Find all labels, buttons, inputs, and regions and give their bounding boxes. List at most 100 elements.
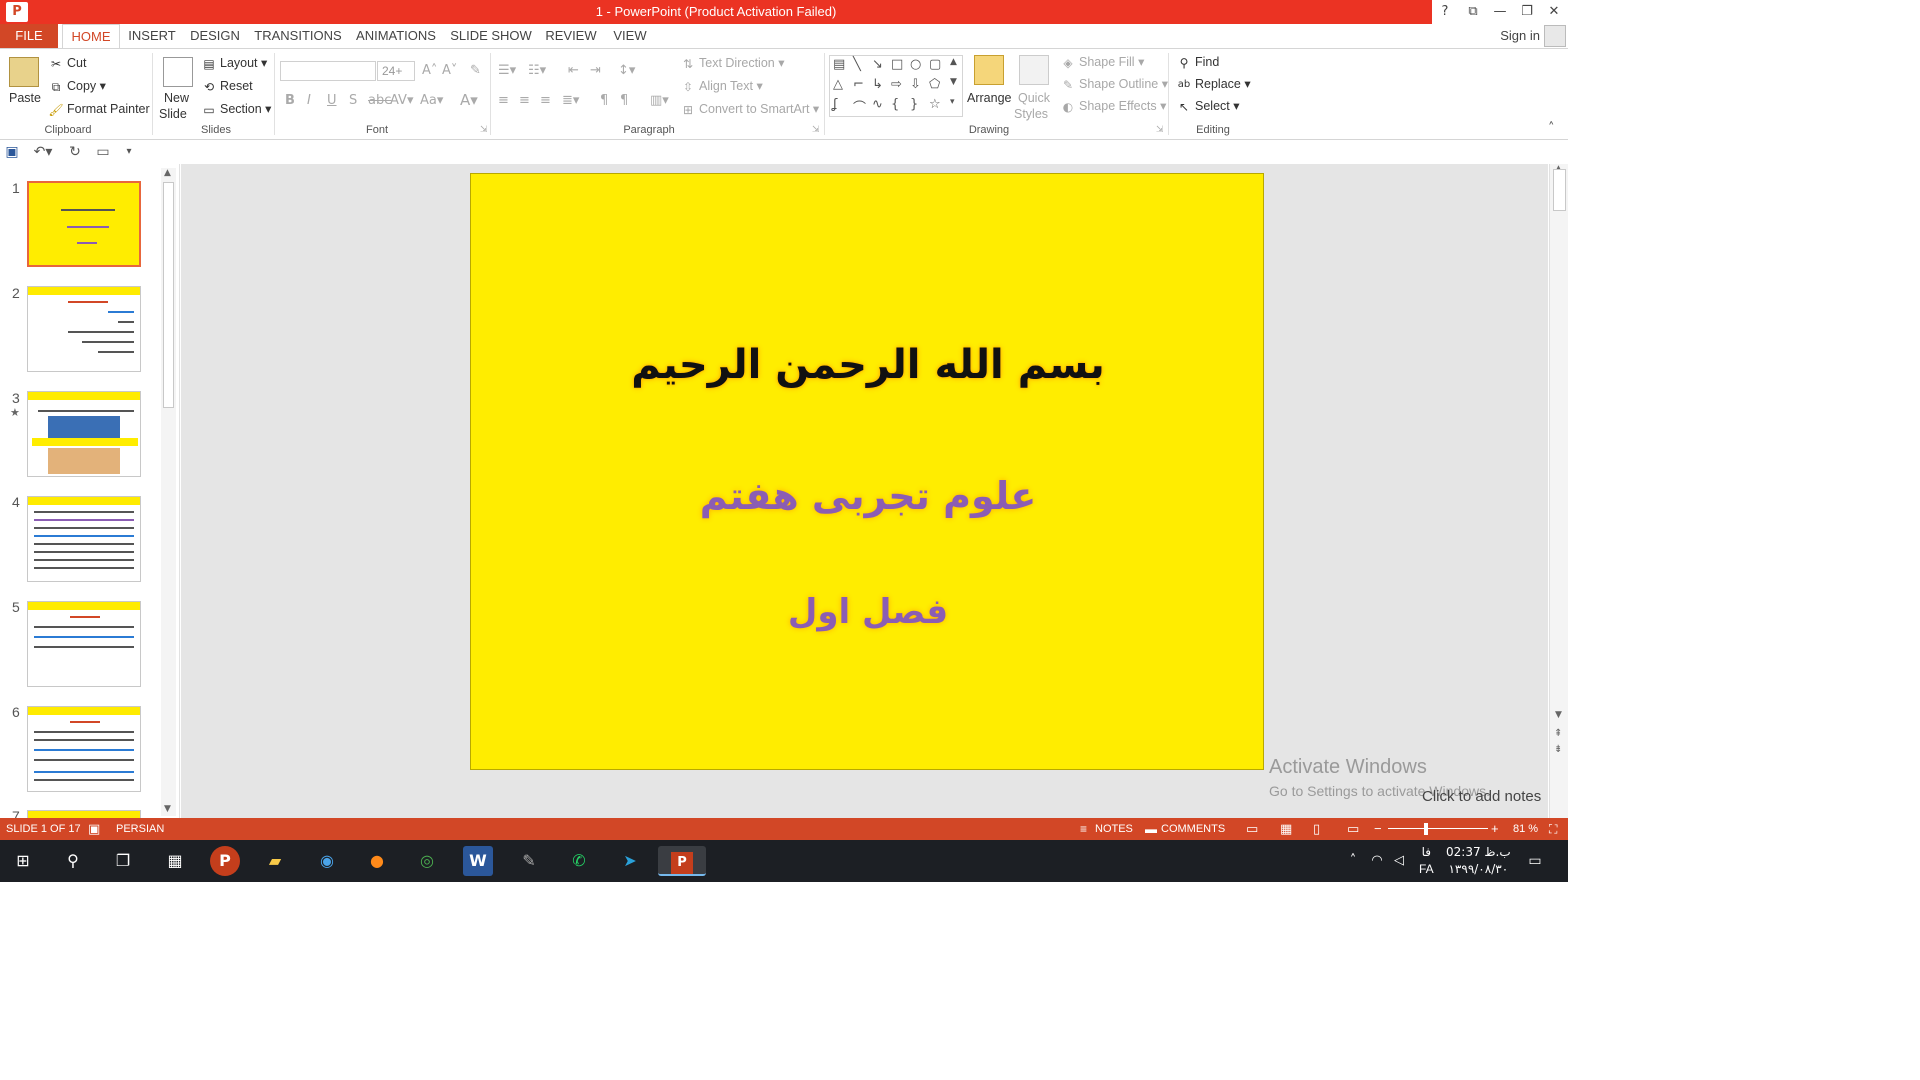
font-name-combo[interactable] bbox=[280, 61, 376, 81]
tab-view[interactable]: VIEW bbox=[608, 24, 652, 48]
paint-icon[interactable]: ✎ bbox=[514, 846, 544, 876]
clear-formatting-icon[interactable]: ✎ bbox=[470, 63, 481, 78]
slide-thumbnail-7[interactable] bbox=[27, 810, 141, 818]
clock[interactable]: 02:37 ب.ظ ۱۳۹۹/۰۸/۳۰ bbox=[1446, 844, 1511, 878]
rtl-direction-icon[interactable]: ¶ bbox=[620, 93, 628, 108]
undo-icon[interactable]: ↶▾ bbox=[30, 143, 56, 161]
freeform-shape-icon[interactable]: ʆ bbox=[833, 97, 837, 112]
elbow-arrow-shape-icon[interactable]: ↳ bbox=[872, 77, 883, 92]
collapse-ribbon-icon[interactable]: ˄ bbox=[1548, 121, 1555, 136]
reset-button[interactable]: ⟲ Reset bbox=[201, 77, 253, 95]
find-button[interactable]: ⚲ Find bbox=[1176, 53, 1220, 71]
tab-animations[interactable]: ANIMATIONS bbox=[350, 24, 442, 48]
next-slide-icon[interactable]: ⇟ bbox=[1554, 744, 1562, 755]
comments-button[interactable]: COMMENTS bbox=[1161, 818, 1225, 840]
textbox-shape-icon[interactable]: ▤ bbox=[833, 57, 845, 72]
previous-slide-icon[interactable]: ⇞ bbox=[1554, 728, 1562, 739]
paragraph-dialog-launcher-icon[interactable]: ⇲ bbox=[812, 125, 820, 135]
restore-button[interactable]: ❐ bbox=[1516, 2, 1538, 22]
align-center-icon[interactable]: ≡ bbox=[519, 93, 530, 108]
tab-transitions[interactable]: TRANSITIONS bbox=[252, 24, 344, 48]
reading-view-icon[interactable]: ▯ bbox=[1313, 818, 1320, 840]
shape-effects-button[interactable]: ◐ Shape Effects ▾ bbox=[1060, 97, 1167, 115]
chrome-icon[interactable]: ◎ bbox=[412, 846, 442, 876]
oval-shape-icon[interactable]: ○ bbox=[910, 57, 921, 72]
align-text-button[interactable]: ⇳ Align Text ▾ bbox=[680, 77, 763, 95]
bold-icon[interactable]: B bbox=[285, 93, 295, 108]
windows-start-icon[interactable]: ⊞ bbox=[8, 846, 38, 876]
align-right-icon[interactable]: ≡ bbox=[540, 93, 551, 108]
zoom-in-icon[interactable]: + bbox=[1491, 818, 1499, 840]
cut-button[interactable]: ✂ Cut bbox=[48, 54, 86, 72]
numbering-icon[interactable]: ☷▾ bbox=[528, 63, 546, 78]
arc-shape-icon[interactable]: ⌒ bbox=[853, 97, 866, 116]
bullets-icon[interactable]: ☰▾ bbox=[498, 63, 516, 78]
telegram-icon[interactable]: ➤ bbox=[615, 846, 645, 876]
new-slide-button-line2[interactable]: Slide bbox=[159, 105, 187, 123]
copy-button[interactable]: ⧉ Copy ▾ bbox=[48, 77, 106, 95]
font-color-icon[interactable]: A▾ bbox=[460, 91, 478, 109]
tab-slide-show[interactable]: SLIDE SHOW bbox=[448, 24, 534, 48]
increase-indent-icon[interactable]: ⇥ bbox=[590, 63, 601, 78]
italic-icon[interactable]: I bbox=[307, 93, 311, 108]
notes-icon[interactable]: ≡ bbox=[1080, 818, 1087, 840]
minimize-button[interactable]: — bbox=[1489, 2, 1511, 22]
word-icon[interactable]: W bbox=[463, 846, 493, 876]
customize-qat-icon[interactable]: ▾ bbox=[120, 143, 138, 161]
editor-scrollbar[interactable]: ▲ ▼ ⇞ ⇟ bbox=[1549, 164, 1568, 818]
gallery-scroll-down-icon[interactable]: ▼ bbox=[950, 77, 957, 87]
convert-smartart-button[interactable]: ⊞ Convert to SmartArt ▾ bbox=[680, 100, 819, 118]
font-size-combo[interactable]: 24+ bbox=[377, 61, 415, 81]
slide-thumbnail-1[interactable] bbox=[27, 181, 141, 267]
tab-insert[interactable]: INSERT bbox=[124, 24, 180, 48]
shape-fill-button[interactable]: ◈ Shape Fill ▾ bbox=[1060, 53, 1144, 71]
slide-thumbnail-3[interactable] bbox=[27, 391, 141, 477]
fit-slide-icon[interactable]: ⛶ bbox=[1549, 818, 1557, 840]
slide-thumbnail-4[interactable] bbox=[27, 496, 141, 582]
down-arrow-shape-icon[interactable]: ⇩ bbox=[910, 77, 921, 92]
gallery-more-icon[interactable]: ▾ bbox=[950, 97, 955, 107]
scrollbar-thumb[interactable] bbox=[1553, 169, 1566, 211]
task-view-icon[interactable]: ❐ bbox=[108, 846, 138, 876]
underline-icon[interactable]: U bbox=[327, 93, 337, 108]
current-slide[interactable]: بسم الله الرحمن الرحیم علوم تجربی هفتم ف… bbox=[470, 173, 1264, 770]
ltr-direction-icon[interactable]: ¶ bbox=[600, 93, 608, 108]
slide-thumbnail-6[interactable] bbox=[27, 706, 141, 792]
shrink-font-icon[interactable]: A˅ bbox=[442, 63, 457, 78]
avatar[interactable] bbox=[1544, 25, 1566, 47]
search-icon[interactable]: ⚲ bbox=[58, 846, 88, 876]
scroll-down-icon[interactable]: ▼ bbox=[1555, 710, 1562, 720]
input-language-indicator[interactable]: فا FA bbox=[1419, 844, 1434, 878]
comments-icon[interactable]: ▬ bbox=[1145, 818, 1157, 840]
left-brace-shape-icon[interactable]: { bbox=[891, 97, 899, 112]
notes-placeholder[interactable]: Click to add notes bbox=[1422, 788, 1541, 805]
whatsapp-icon[interactable]: ✆ bbox=[564, 846, 594, 876]
spell-check-icon[interactable]: ▣ bbox=[88, 818, 100, 840]
sign-in-link[interactable]: Sign in bbox=[1500, 24, 1540, 48]
slide-chapter-text[interactable]: فصل اول bbox=[471, 592, 1265, 632]
star-shape-icon[interactable]: ☆ bbox=[929, 97, 941, 112]
start-slideshow-icon[interactable]: ▭ bbox=[94, 143, 112, 161]
right-arrow-shape-icon[interactable]: ⇨ bbox=[891, 77, 902, 92]
ribbon-display-options-icon[interactable]: ⧉ bbox=[1462, 2, 1484, 22]
notifications-icon[interactable]: ▭ bbox=[1520, 846, 1550, 876]
pentagon-shape-icon[interactable]: ⬠ bbox=[929, 77, 940, 92]
shape-outline-button[interactable]: ✎ Shape Outline ▾ bbox=[1060, 75, 1168, 93]
zoom-level[interactable]: 81 % bbox=[1513, 818, 1538, 840]
powerpoint-active-icon[interactable]: P bbox=[658, 846, 706, 876]
zoom-out-icon[interactable]: − bbox=[1374, 818, 1382, 840]
format-painter-button[interactable]: 🖌 Format Painter bbox=[48, 100, 149, 118]
file-explorer-icon[interactable]: ▰ bbox=[260, 846, 290, 876]
columns-icon[interactable]: ▥▾ bbox=[650, 93, 669, 108]
normal-view-icon[interactable]: ▭ bbox=[1246, 818, 1258, 840]
thumbnails-scrollbar[interactable]: ▲ ▼ bbox=[161, 168, 176, 816]
slide-subtitle[interactable]: علوم تجربی هفتم bbox=[471, 474, 1265, 518]
curve-shape-icon[interactable]: ∿ bbox=[872, 97, 883, 112]
rectangle-shape-icon[interactable]: □ bbox=[891, 57, 903, 72]
notes-button[interactable]: NOTES bbox=[1095, 818, 1133, 840]
paste-button[interactable]: Paste bbox=[9, 89, 41, 107]
justify-icon[interactable]: ≣▾ bbox=[562, 93, 579, 108]
slide-thumbnail-5[interactable] bbox=[27, 601, 141, 687]
calculator-icon[interactable]: ▦ bbox=[160, 846, 190, 876]
scroll-up-icon[interactable]: ▲ bbox=[164, 168, 171, 178]
